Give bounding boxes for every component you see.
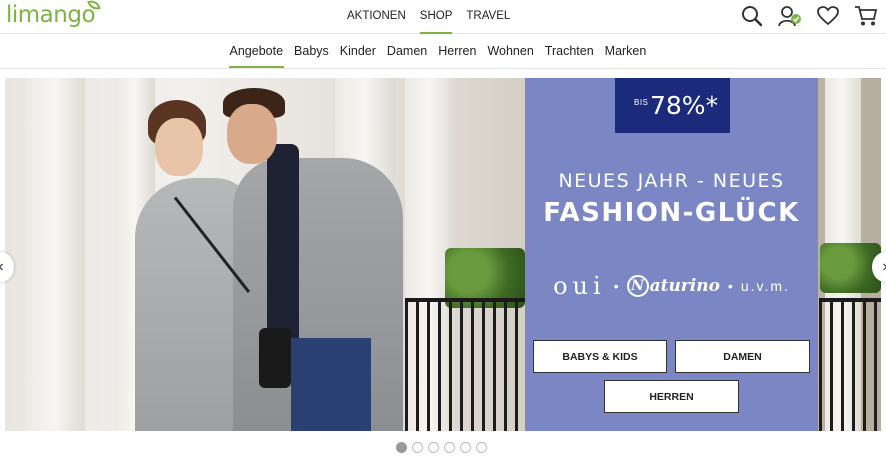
header-icons [740,4,878,28]
damen-button[interactable]: DAMEN [675,340,810,373]
search-icon[interactable] [740,4,764,28]
brand-row: oui • Naturino • u.v.m. [553,272,790,300]
nav-travel[interactable]: TRAVEL [459,0,517,34]
top-header: limango AKTIONEN SHOP TRAVEL [0,0,886,34]
main-nav: AKTIONEN SHOP TRAVEL [340,0,517,34]
carousel-dot[interactable] [412,442,423,453]
brand-more: u.v.m. [740,278,790,294]
subnav-wohnen[interactable]: Wohnen [482,35,539,68]
herren-button[interactable]: HERREN [604,380,739,413]
subnav-kinder[interactable]: Kinder [334,35,381,68]
brand-oui: oui [553,272,606,300]
nav-shop[interactable]: SHOP [413,0,460,34]
carousel-dot[interactable] [428,442,439,453]
badge-value: 78%* [650,91,719,120]
subnav-damen[interactable]: Damen [381,35,432,68]
promo-panel: BIS 78%* NEUES JAHR - NEUES FASHION-GLÜC… [525,78,818,431]
subnav-trachten[interactable]: Trachten [539,35,599,68]
wishlist-icon[interactable] [816,4,840,28]
brand-naturino: Naturino [626,275,720,297]
badge-prefix: BIS [634,98,649,107]
carousel-dot[interactable] [460,442,471,453]
babys-kids-button[interactable]: BABYS & KIDS [533,340,667,373]
category-nav: Angebote Babys Kinder Damen Herren Wohne… [0,35,886,69]
discount-badge: BIS 78%* [615,78,730,133]
subnav-babys[interactable]: Babys [289,35,335,68]
promo-headline-1: NEUES JAHR - NEUES [558,170,785,192]
carousel-dot[interactable] [476,442,487,453]
promo-headline-2: FASHION-GLÜCK [543,198,800,228]
nav-aktionen[interactable]: AKTIONEN [340,0,413,34]
carousel-dots [396,442,487,453]
logo[interactable]: limango [6,2,96,28]
subnav-herren[interactable]: Herren [433,35,482,68]
carousel-dot[interactable] [396,442,407,453]
subnav-angebote[interactable]: Angebote [224,35,289,68]
hero-banner[interactable]: BIS 78%* NEUES JAHR - NEUES FASHION-GLÜC… [5,78,881,431]
subnav-marken[interactable]: Marken [599,35,652,68]
naturino-logo-icon: N [626,275,649,297]
account-icon[interactable] [778,4,802,28]
carousel-dot[interactable] [444,442,455,453]
cart-icon[interactable] [854,4,878,28]
